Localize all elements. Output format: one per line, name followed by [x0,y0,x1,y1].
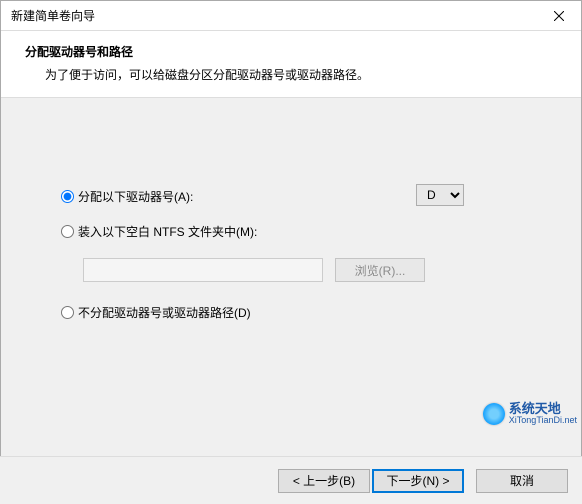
watermark-subtext: XiTongTianDi.net [509,415,577,425]
watermark-icon [483,403,505,425]
cancel-button[interactable]: 取消 [476,469,568,493]
close-button[interactable] [536,1,581,30]
wizard-content: 分配以下驱动器号(A): D 装入以下空白 NTFS 文件夹中(M): 浏览(R… [1,97,581,475]
next-button[interactable]: 下一步(N) > [372,469,464,493]
titlebar: 新建简单卷向导 [1,1,581,31]
mount-folder-radio[interactable]: 装入以下空白 NTFS 文件夹中(M): [61,223,257,240]
mount-folder-row: 装入以下空白 NTFS 文件夹中(M): [61,223,541,240]
drive-letter-select[interactable]: D [416,184,464,206]
mount-folder-label: 装入以下空白 NTFS 文件夹中(M): [78,223,257,240]
no-assign-radio[interactable]: 不分配驱动器号或驱动器路径(D) [61,304,251,321]
mount-path-input [83,258,323,282]
assign-letter-radio-input[interactable] [61,190,74,203]
close-icon [554,11,564,21]
no-assign-label: 不分配驱动器号或驱动器路径(D) [78,304,251,321]
wizard-footer: < 上一步(B) 下一步(N) > 取消 [0,456,582,504]
watermark-text: 系统天地 [509,402,577,415]
assign-letter-label: 分配以下驱动器号(A): [78,188,193,205]
watermark: 系统天地 XiTongTianDi.net [483,402,577,425]
wizard-header: 分配驱动器号和路径 为了便于访问，可以给磁盘分区分配驱动器号或驱动器路径。 [1,31,581,97]
no-assign-radio-input[interactable] [61,306,74,319]
page-subtitle: 为了便于访问，可以给磁盘分区分配驱动器号或驱动器路径。 [45,66,557,83]
window-title: 新建简单卷向导 [11,7,95,24]
no-assign-row: 不分配驱动器号或驱动器路径(D) [61,304,541,321]
back-button[interactable]: < 上一步(B) [278,469,370,493]
mount-path-row: 浏览(R)... [83,258,541,282]
assign-letter-row: 分配以下驱动器号(A): [61,188,541,205]
page-title: 分配驱动器号和路径 [25,43,557,60]
assign-letter-radio[interactable]: 分配以下驱动器号(A): [61,188,193,205]
mount-folder-radio-input[interactable] [61,225,74,238]
browse-button: 浏览(R)... [335,258,425,282]
